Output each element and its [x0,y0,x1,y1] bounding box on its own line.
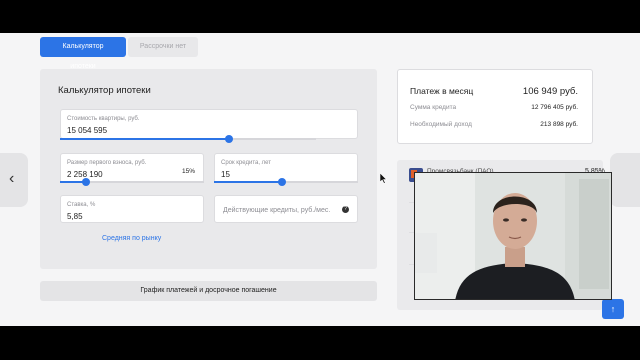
required-income-label: Необходимый доход [410,121,472,128]
down-payment-slider[interactable] [60,178,204,186]
mouse-cursor-icon [380,173,388,184]
question-icon[interactable]: ? [342,206,349,213]
down-payment-percent: 15% [181,168,195,175]
tab-bar: Калькулятор ипотеки Рассрочки нет [40,37,198,70]
price-value[interactable]: 15 054 595 [67,126,107,135]
tab-mortgage-calculator[interactable]: Калькулятор ипотеки [40,37,126,70]
current-loans-placeholder: Действующие кредиты, руб./мес. [223,207,331,214]
term-slider-fill [214,181,282,183]
prev-slide-button[interactable]: ‹ [0,153,28,207]
credit-amount-label: Сумма кредита [410,104,457,111]
payment-schedule-button[interactable]: График платежей и досрочное погашение [40,281,377,301]
down-payment-field[interactable]: Размер первого взноса, руб. 2 258 190 15… [60,153,204,183]
chevron-left-icon: ‹ [9,170,15,187]
credit-amount-row: Сумма кредита 12 796 405 руб. [410,104,578,111]
down-payment-label: Размер первого взноса, руб. [67,160,147,166]
down-payment-slider-thumb[interactable] [81,178,90,186]
scroll-top-button[interactable]: ↑ [602,299,624,319]
price-slider-thumb[interactable] [224,135,233,143]
term-label: Срок кредита, лет [221,160,272,166]
webcam-overlay [414,172,612,300]
current-loans-field[interactable]: Действующие кредиты, руб./мес. ? [214,195,358,223]
credit-amount-value: 12 796 405 руб. [531,104,578,111]
price-slider-fill [60,138,229,140]
payment-summary-card: Платеж в месяц 106 949 руб. Сумма кредит… [397,69,593,144]
tab-installments[interactable]: Рассрочки нет [128,37,198,57]
term-value[interactable]: 15 [221,170,230,179]
price-slider[interactable] [60,135,316,143]
rate-value[interactable]: 5,85 [67,212,83,221]
next-slide-button[interactable] [610,153,640,207]
term-slider-thumb[interactable] [277,178,286,186]
monthly-payment-label: Платеж в месяц [410,86,474,96]
term-field[interactable]: Срок кредита, лет 15 [214,153,358,183]
market-average-link[interactable]: Средняя по рынку [102,235,161,242]
monthly-payment-row: Платеж в месяц 106 949 руб. [410,86,578,97]
calculator-title: Калькулятор ипотеки [58,85,151,96]
required-income-value: 213 898 руб. [540,121,578,128]
required-income-row: Необходимый доход 213 898 руб. [410,121,578,128]
arrow-up-icon: ↑ [610,304,616,314]
calculator-panel: Калькулятор ипотеки Стоимость квартиры, … [40,69,377,269]
price-label: Стоимость квартиры, руб. [67,116,140,122]
rate-field[interactable]: Ставка, % 5,85 [60,195,204,223]
monthly-payment-value: 106 949 руб. [522,86,578,97]
term-slider[interactable] [214,178,358,186]
presenter-video [415,173,611,299]
rate-label: Ставка, % [67,202,96,208]
price-field[interactable]: Стоимость квартиры, руб. 15 054 595 [60,109,358,139]
